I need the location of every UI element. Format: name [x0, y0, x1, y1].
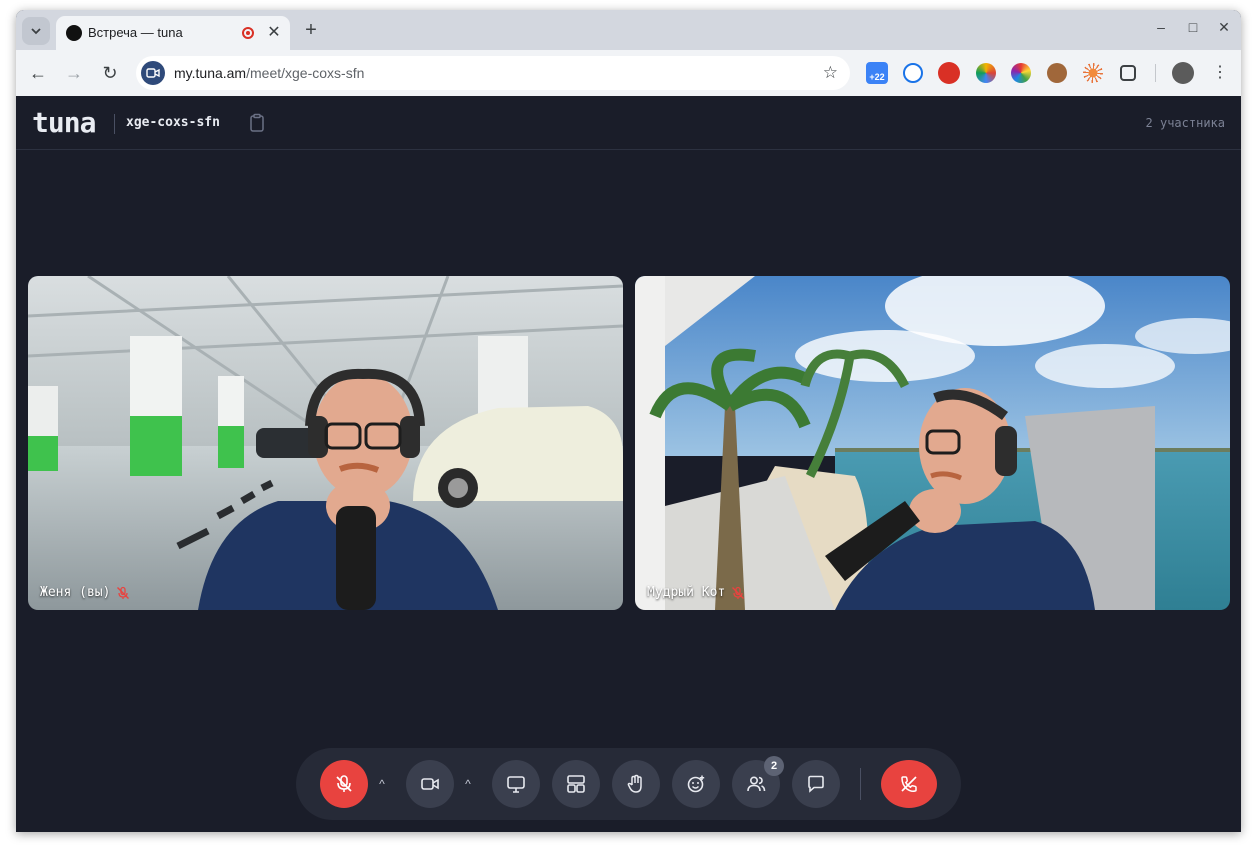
colorful-extension-icon[interactable]: [976, 63, 996, 83]
sparkle-extension-icon[interactable]: [1083, 63, 1103, 83]
mic-toggle-button[interactable]: [320, 760, 368, 808]
cookie-icon[interactable]: [1047, 63, 1067, 83]
controls-divider: [860, 768, 861, 800]
video-camera-icon: [421, 778, 439, 790]
url-text: my.tuna.am/meet/xge-coxs-sfn: [174, 65, 364, 81]
leave-call-button[interactable]: [881, 760, 937, 808]
mic-muted-icon: [732, 586, 745, 599]
layout-grid-icon: [567, 775, 585, 793]
tab-strip: Встреча — tuna ✕ + – □ ✕: [16, 10, 1241, 50]
extension-badge: +22: [869, 72, 885, 82]
call-control-bar: ^ ^ 2: [296, 748, 961, 820]
reactions-button[interactable]: [672, 760, 720, 808]
tuna-logo[interactable]: tuna: [32, 106, 96, 139]
participant-label: Мудрый Кот: [647, 585, 745, 600]
copy-link-button[interactable]: [248, 113, 266, 133]
video-icon: [146, 68, 160, 78]
participants-badge: 2: [764, 756, 784, 776]
site-info-icon[interactable]: [141, 61, 165, 85]
tab-title: Встреча — tuna: [88, 25, 183, 40]
camera-toggle-button[interactable]: [406, 760, 454, 808]
password-manager-icon[interactable]: [903, 63, 923, 83]
app-header: tuna xge-coxs-sfn 2 участника: [16, 96, 1241, 150]
participant-name: Мудрый Кот: [647, 585, 726, 600]
participant-label: Женя (вы): [40, 585, 130, 600]
address-bar[interactable]: my.tuna.am/meet/xge-coxs-sfn ☆: [136, 56, 850, 90]
video-tile-self[interactable]: Женя (вы): [28, 276, 623, 610]
toolbar-divider: [1155, 64, 1156, 82]
chat-bubble-icon: [808, 775, 824, 793]
tropical-beach-video: [635, 276, 1230, 610]
mic-off-icon: [336, 775, 352, 792]
people-icon: [747, 776, 766, 792]
layout-button[interactable]: [552, 760, 600, 808]
browser-toolbar: ← → ↻ my.tuna.am/meet/xge-coxs-sfn ☆ +22…: [16, 50, 1241, 96]
adblock-icon[interactable]: [938, 62, 960, 84]
video-tile-remote[interactable]: Мудрый Кот: [635, 276, 1230, 610]
bookmark-star-icon[interactable]: ☆: [823, 63, 838, 83]
chat-button[interactable]: [792, 760, 840, 808]
screen-share-button[interactable]: [492, 760, 540, 808]
mic-options-caret[interactable]: ^: [374, 774, 390, 794]
clipboard-icon: [250, 113, 264, 132]
active-tab[interactable]: Встреча — tuna ✕: [56, 16, 290, 50]
close-window-icon[interactable]: ✕: [1213, 19, 1235, 36]
color-picker-icon[interactable]: [1011, 63, 1031, 83]
hand-icon: [627, 774, 642, 793]
meeting-code: xge-coxs-sfn: [126, 115, 220, 130]
close-tab-icon[interactable]: ✕: [264, 22, 284, 42]
chevron-down-icon: [31, 28, 41, 35]
url-path: /meet/xge-coxs-sfn: [246, 65, 365, 81]
recording-indicator-icon: [242, 27, 254, 39]
url-host: my.tuna.am: [174, 65, 247, 81]
emoji-add-icon: [687, 775, 705, 793]
back-button[interactable]: ←: [26, 61, 50, 85]
maximize-icon[interactable]: □: [1182, 19, 1204, 35]
monitor-icon: [507, 776, 525, 793]
weather-extension-icon[interactable]: +22: [866, 62, 888, 84]
header-divider: [114, 114, 115, 134]
minimize-icon[interactable]: –: [1150, 19, 1172, 35]
tab-search-button[interactable]: [22, 17, 50, 45]
new-tab-button[interactable]: +: [298, 17, 324, 43]
phone-hangup-icon: [901, 776, 917, 792]
extensions-puzzle-icon[interactable]: [1120, 65, 1136, 81]
participants-count: 2 участника: [1145, 116, 1225, 130]
mic-muted-icon: [117, 586, 130, 599]
camera-options-caret[interactable]: ^: [460, 774, 476, 794]
browser-menu-icon[interactable]: ⋮: [1208, 61, 1232, 85]
raise-hand-button[interactable]: [612, 760, 660, 808]
participant-name: Женя (вы): [40, 585, 111, 600]
tuna-favicon-icon: [66, 25, 82, 41]
parking-garage-video: [28, 276, 623, 610]
reload-button[interactable]: ↻: [98, 61, 122, 85]
browser-window: Встреча — tuna ✕ + – □ ✕ ← → ↻ my.tuna.a…: [16, 10, 1241, 832]
profile-avatar[interactable]: [1172, 62, 1194, 84]
forward-button[interactable]: →: [62, 61, 86, 85]
